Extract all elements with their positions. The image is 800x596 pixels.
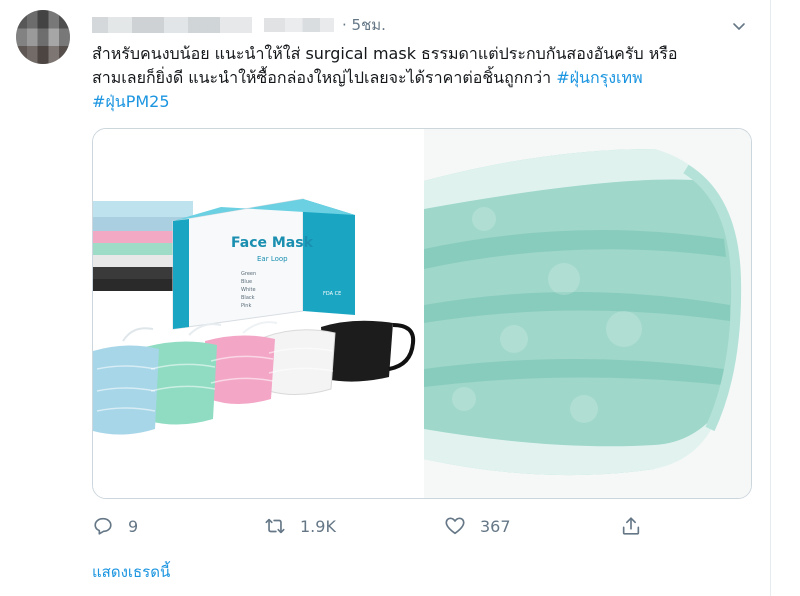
tweet-text-line: สามเลยก็ยิ่งดี แนะนำให้ซื้อกล่องใหญ่ไปเล… bbox=[92, 66, 762, 90]
blurred-handle[interactable] bbox=[264, 18, 334, 32]
media-grid: Face Mask Ear Loop Green Blue White Blac… bbox=[92, 128, 752, 499]
media-photo-closeup[interactable] bbox=[423, 129, 751, 498]
retweet-icon bbox=[265, 518, 285, 534]
media-photo-product[interactable]: Face Mask Ear Loop Green Blue White Blac… bbox=[93, 129, 423, 498]
like-button[interactable]: 367 bbox=[444, 512, 511, 540]
mask-box-illustration: Face Mask Ear Loop Green Blue White Blac… bbox=[93, 198, 416, 435]
tweet-text: สำหรับคนงบน้อย แนะนำให้ใส่ surgical mask… bbox=[92, 42, 762, 114]
chevron-down-icon[interactable] bbox=[731, 18, 747, 34]
reply-count: 9 bbox=[128, 516, 139, 536]
box-badge-text: FDA CE bbox=[323, 291, 341, 297]
surgical-mask-illustration bbox=[424, 129, 751, 498]
tweet-text-segment: สามเลยก็ยิ่งดี แนะนำให้ซื้อกล่องใหญ่ไปเล… bbox=[92, 68, 557, 87]
retweet-button[interactable]: 1.9K bbox=[264, 512, 336, 540]
like-count: 367 bbox=[480, 516, 511, 536]
box-brand-text: Face Mask bbox=[231, 235, 314, 251]
heart-icon bbox=[445, 517, 465, 535]
tweet[interactable]: · 5ชม. สำหรับคนงบน้อย แนะนำให้ใส่ surgic… bbox=[0, 0, 771, 596]
retweet-count: 1.9K bbox=[300, 516, 336, 536]
box-color-label: Black bbox=[241, 295, 255, 301]
tweet-text-line: #ฝุ่นPM25 bbox=[92, 90, 762, 114]
box-color-label: White bbox=[241, 287, 256, 293]
blurred-display-name[interactable] bbox=[92, 17, 252, 33]
reply-button[interactable]: 9 bbox=[92, 512, 138, 540]
tweet-text-line: สำหรับคนงบน้อย แนะนำให้ใส่ surgical mask… bbox=[92, 44, 678, 63]
tweet-timestamp[interactable]: · 5ชม. bbox=[342, 13, 386, 37]
show-thread-link[interactable]: แสดงเธรดนี้ bbox=[92, 560, 170, 584]
box-subtitle-text: Ear Loop bbox=[257, 255, 288, 263]
reply-icon bbox=[94, 517, 112, 535]
share-button[interactable] bbox=[620, 512, 642, 540]
tweet-actions: 9 1.9K 367 bbox=[92, 512, 652, 540]
box-color-label: Blue bbox=[241, 279, 252, 285]
hashtag-link[interactable]: #ฝุ่นPM25 bbox=[92, 92, 170, 111]
share-icon bbox=[622, 517, 640, 535]
box-color-label: Green bbox=[241, 271, 256, 277]
tweet-header: · 5ชม. bbox=[92, 14, 386, 36]
avatar[interactable] bbox=[16, 10, 70, 64]
hashtag-link[interactable]: #ฝุ่นกรุงเทพ bbox=[556, 68, 642, 87]
box-color-label: Pink bbox=[241, 303, 251, 309]
